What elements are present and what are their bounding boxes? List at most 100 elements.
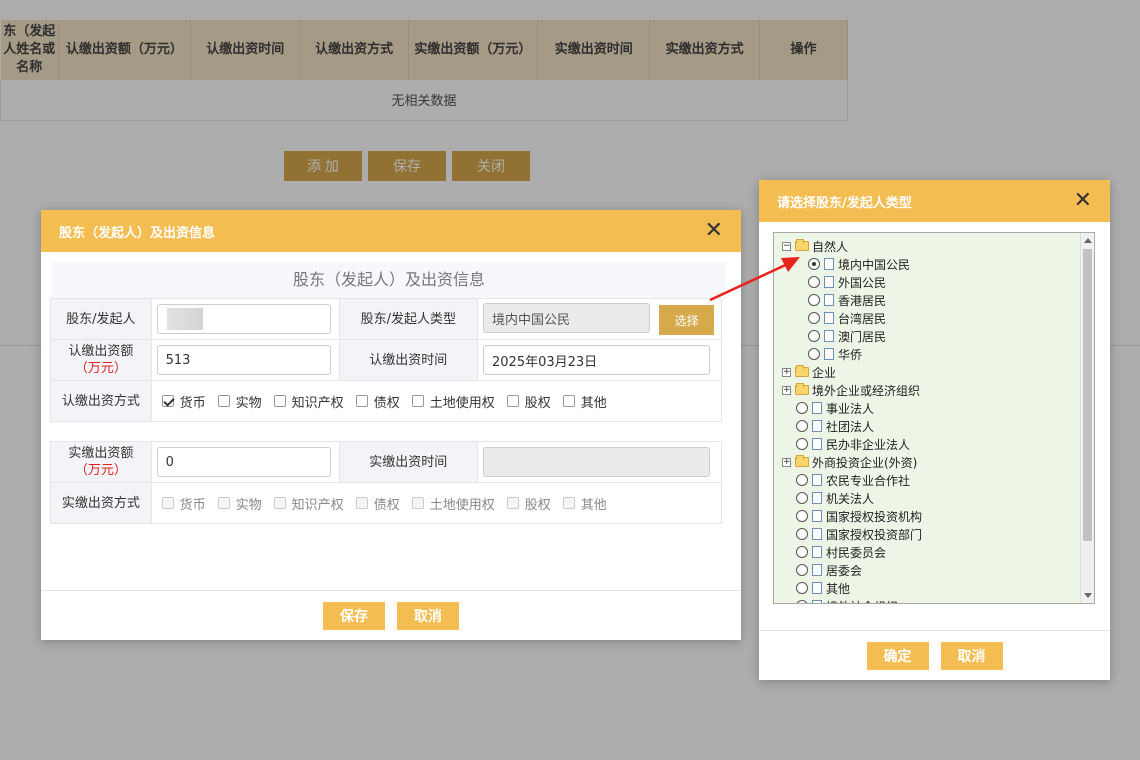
radio-icon[interactable]	[796, 438, 808, 450]
radio-icon[interactable]	[796, 528, 808, 540]
close-icon[interactable]: ✕	[1074, 190, 1092, 212]
subscribed-amount-input[interactable]	[156, 345, 331, 375]
paid-method-checkbox-0[interactable]: 货币	[161, 494, 206, 513]
checkbox-icon[interactable]	[411, 395, 424, 407]
radio-icon[interactable]	[796, 546, 808, 558]
tree-node-label: 境内中国公民	[838, 257, 911, 272]
radio-icon[interactable]	[796, 582, 808, 594]
radio-icon[interactable]	[808, 276, 820, 288]
checkbox-label: 货币	[179, 395, 206, 411]
document-icon	[812, 438, 822, 450]
radio-icon[interactable]	[796, 510, 808, 522]
expand-icon[interactable]: +	[782, 367, 791, 377]
tree-node[interactable]: 事业法人	[782, 399, 1094, 417]
paid-method-checkbox-6[interactable]: 其他	[562, 494, 607, 513]
select-type-button[interactable]: 选择	[659, 305, 715, 335]
subscribed-method-checkbox-5[interactable]: 股权	[506, 392, 551, 411]
checkbox-icon[interactable]	[411, 497, 424, 509]
tree-node[interactable]: 国家授权投资部门	[782, 525, 1094, 543]
tree-node[interactable]: 社团法人	[782, 417, 1094, 435]
subscribed-method-checkbox-3[interactable]: 债权	[355, 392, 400, 411]
checkbox-icon[interactable]	[161, 497, 174, 509]
tree-node[interactable]: 境内中国公民	[782, 255, 1094, 273]
paid-method-checkbox-3[interactable]: 债权	[355, 494, 400, 513]
paid-method-checkbox-1[interactable]: 实物	[217, 494, 262, 513]
checkbox-label: 其他	[580, 395, 607, 411]
tree-node[interactable]: 机关法人	[782, 489, 1094, 507]
tree-node[interactable]: 澳门居民	[782, 327, 1094, 345]
tree-node[interactable]: + 外商投资企业(外资)	[782, 453, 1094, 471]
expand-icon[interactable]: +	[782, 457, 791, 467]
label-paid-amount: 实缴出资额 （万元）	[50, 441, 152, 483]
radio-icon[interactable]	[808, 294, 820, 306]
tree-node[interactable]: 香港居民	[782, 291, 1094, 309]
paid-method-checkbox-4[interactable]: 土地使用权	[411, 494, 495, 513]
collapse-icon[interactable]: −	[782, 241, 791, 251]
tree-node[interactable]: 村民委员会	[782, 543, 1094, 561]
radio-icon[interactable]	[808, 330, 820, 342]
checkbox-icon[interactable]	[506, 497, 519, 509]
radio-icon[interactable]	[796, 600, 808, 603]
tree-node-label: 自然人	[812, 239, 849, 254]
subscribed-time-input[interactable]	[483, 345, 711, 375]
paid-amount-input[interactable]	[156, 447, 331, 477]
tree-node[interactable]: 境外社会组织	[782, 597, 1094, 603]
radio-icon[interactable]	[796, 402, 808, 414]
checkbox-icon[interactable]	[217, 497, 230, 509]
radio-icon[interactable]	[808, 258, 820, 270]
paid-time-input[interactable]	[483, 447, 711, 477]
tree-node[interactable]: − 自然人	[782, 237, 1094, 255]
subscribed-method-checkbox-0[interactable]: 货币	[161, 392, 206, 411]
tree-node[interactable]: + 境外企业或经济组织	[782, 381, 1094, 399]
tree-node[interactable]: 国家授权投资机构	[782, 507, 1094, 525]
form-caption: 股东（发起人）及出资信息	[52, 262, 726, 298]
radio-icon[interactable]	[796, 564, 808, 576]
save-button[interactable]: 保存	[323, 601, 385, 630]
checkbox-icon[interactable]	[217, 395, 230, 407]
subscribed-method-checkbox-6[interactable]: 其他	[562, 392, 607, 411]
scroll-thumb[interactable]	[1083, 249, 1092, 541]
paid-method-checkbox-2[interactable]: 知识产权	[273, 494, 344, 513]
subscribed-method-checkbox-2[interactable]: 知识产权	[273, 392, 344, 411]
checkbox-icon[interactable]	[355, 497, 368, 509]
tree-node[interactable]: 外国公民	[782, 273, 1094, 291]
scroll-down-icon[interactable]	[1084, 593, 1092, 598]
tree-scrollbar[interactable]	[1080, 233, 1094, 603]
document-icon	[812, 492, 822, 504]
checkbox-icon[interactable]	[355, 395, 368, 407]
tree-node[interactable]: 其他	[782, 579, 1094, 597]
tree-node[interactable]: 民办非企业法人	[782, 435, 1094, 453]
checkbox-icon[interactable]	[273, 497, 286, 509]
radio-icon[interactable]	[808, 348, 820, 360]
shareholder-type-input[interactable]	[483, 303, 651, 333]
checkbox-icon[interactable]	[273, 395, 286, 407]
document-icon	[812, 600, 822, 603]
checkbox-icon[interactable]	[506, 395, 519, 407]
expand-icon[interactable]: +	[782, 385, 791, 395]
cancel-button[interactable]: 取消	[397, 601, 459, 630]
type-select-dialog: 请选择股东/发起人类型 ✕ − 自然人 境内中国公民 外国公民 香港居民 台湾居民 澳门居民…	[759, 180, 1110, 680]
label-shareholder-type: 股东/发起人类型	[338, 298, 479, 340]
tree-node-label: 村民委员会	[826, 545, 887, 560]
subscribed-method-checkbox-1[interactable]: 实物	[217, 392, 262, 411]
scroll-up-icon[interactable]	[1084, 238, 1092, 243]
confirm-button[interactable]: 确定	[866, 641, 929, 670]
radio-icon[interactable]	[796, 492, 808, 504]
tree-node[interactable]: + 企业	[782, 363, 1094, 381]
label-paid-amount-text: 实缴出资额	[68, 446, 134, 461]
close-icon[interactable]: ✕	[705, 220, 723, 242]
tree-node[interactable]: 华侨	[782, 345, 1094, 363]
tree-node[interactable]: 农民专业合作社	[782, 471, 1094, 489]
type-cancel-button[interactable]: 取消	[940, 641, 1003, 670]
radio-icon[interactable]	[796, 474, 808, 486]
subscribed-method-checkbox-4[interactable]: 土地使用权	[411, 392, 495, 411]
radio-icon[interactable]	[796, 420, 808, 432]
checkbox-icon[interactable]	[562, 395, 575, 407]
shareholder-dialog: 股东（发起人）及出资信息 ✕ 股东（发起人）及出资信息 股东/发起人 股东/发起…	[41, 210, 741, 640]
radio-icon[interactable]	[808, 312, 820, 324]
checkbox-icon[interactable]	[562, 497, 575, 509]
checkbox-icon[interactable]	[161, 395, 174, 407]
paid-method-checkbox-5[interactable]: 股权	[506, 494, 551, 513]
tree-node[interactable]: 台湾居民	[782, 309, 1094, 327]
tree-node[interactable]: 居委会	[782, 561, 1094, 579]
